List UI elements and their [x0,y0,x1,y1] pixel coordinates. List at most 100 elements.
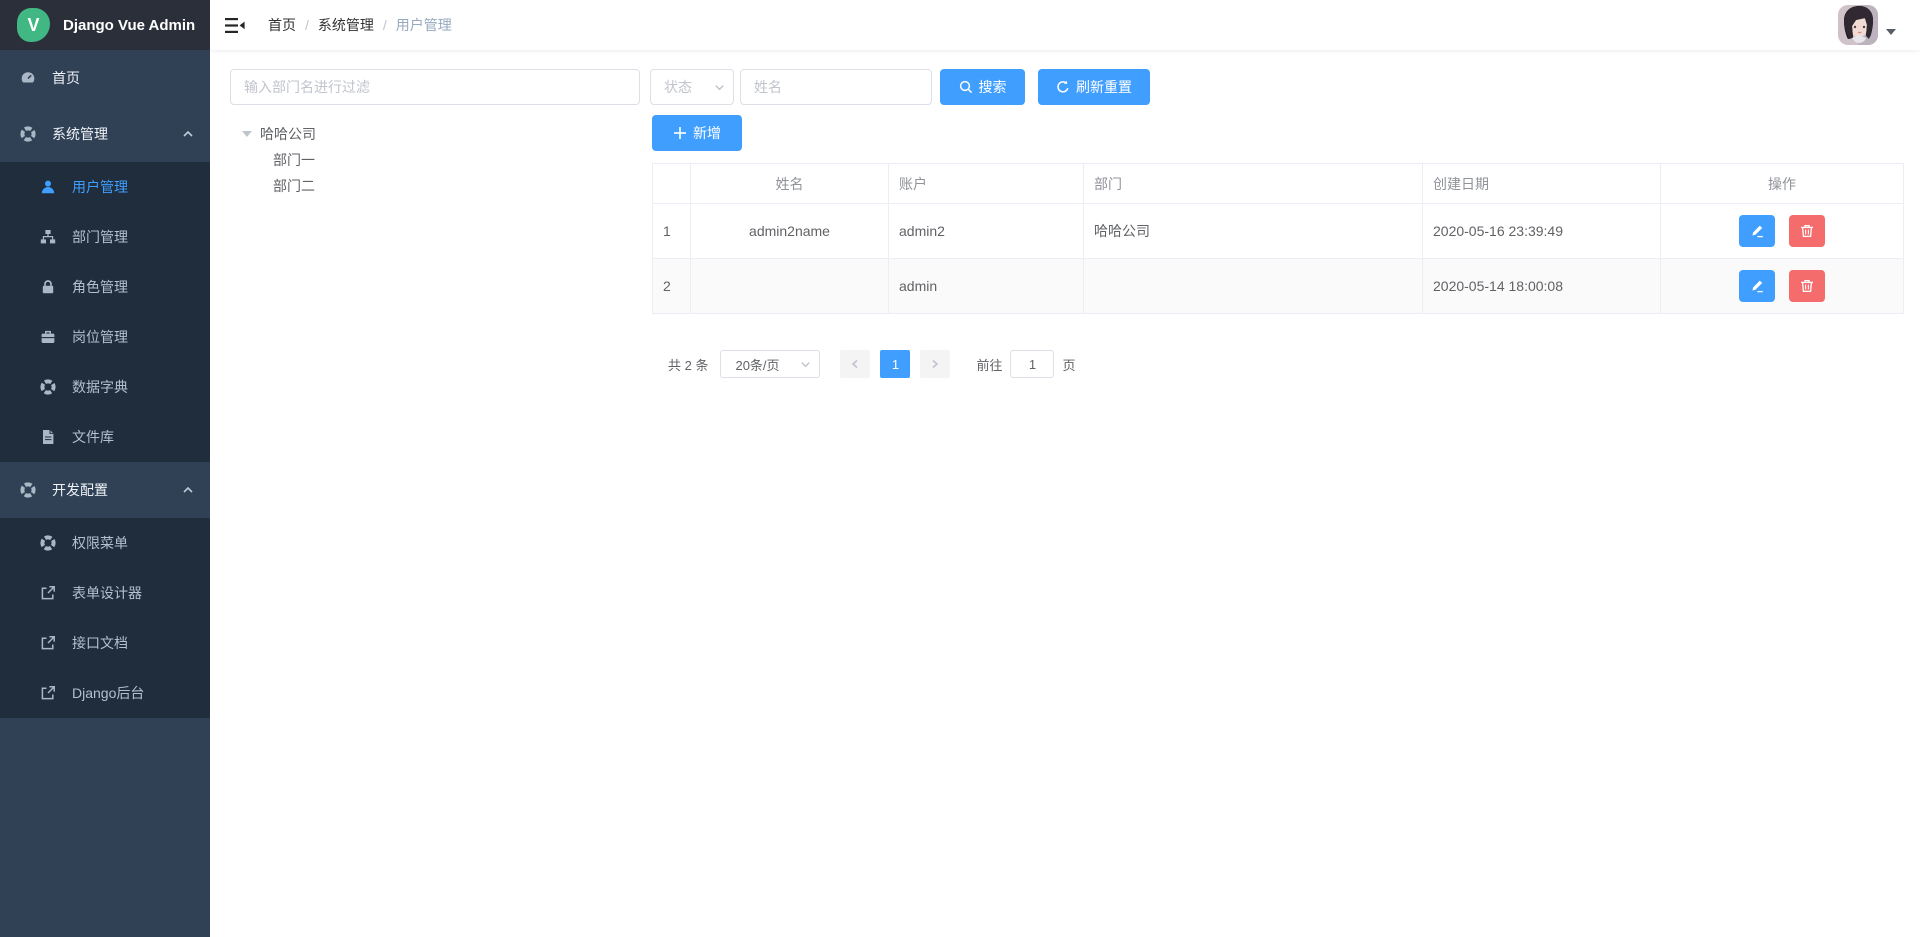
sidebar-menu: 首页 系统管理 用户管理 部门管理 [0,50,210,718]
tree-node-label: 部门二 [273,176,315,196]
filter-bar: 状态 搜索 刷新重置 [230,69,1900,105]
delete-button[interactable] [1789,270,1825,302]
delete-button[interactable] [1789,215,1825,247]
prev-page-button[interactable] [840,350,870,378]
cell-operations [1661,259,1904,314]
sidebar-item-label: 权限菜单 [72,533,128,553]
sidebar-item-dept-mgmt[interactable]: 部门管理 [0,212,210,262]
caret-down-icon[interactable] [1886,29,1896,35]
dept-filter-input[interactable] [231,70,639,104]
add-user-button[interactable]: 新增 [652,115,742,151]
sidebar-item-data-dict[interactable]: 数据字典 [0,362,210,412]
sidebar-item-label: 文件库 [72,427,114,447]
sidebar-item-label: 接口文档 [72,633,128,653]
refresh-reset-button[interactable]: 刷新重置 [1038,69,1150,105]
sidebar-item-post-mgmt[interactable]: 岗位管理 [0,312,210,362]
col-header-created: 创建日期 [1423,164,1661,204]
breadcrumb-system-mgmt[interactable]: 系统管理 [318,15,374,35]
body-row: 哈哈公司 部门一 部门二 新增 [230,115,1900,378]
department-tree: 哈哈公司 部门一 部门二 [230,115,640,378]
col-header-index [653,164,691,204]
cell-created: 2020-05-16 23:39:49 [1423,204,1661,259]
sidebar-item-file-library[interactable]: 文件库 [0,412,210,462]
edit-button[interactable] [1739,215,1775,247]
cell-account: admin2 [889,204,1084,259]
breadcrumb: 首页 / 系统管理 / 用户管理 [268,15,452,35]
cell-dept [1084,259,1423,314]
edit-icon [1750,279,1764,293]
sidebar-group-dev-config[interactable]: 开发配置 [0,462,210,518]
col-header-name: 姓名 [691,164,889,204]
page-size-select[interactable]: 20条/页 [720,350,820,378]
briefcase-icon [40,329,56,345]
edit-icon [1750,224,1764,238]
chevron-up-icon [182,484,194,496]
chevron-down-icon [714,82,725,93]
chevron-up-icon [182,128,194,140]
file-icon [40,429,56,445]
cell-name [691,259,889,314]
lock-icon [40,279,56,295]
cell-dept: 哈哈公司 [1084,204,1423,259]
sidebar-group-label: 开发配置 [52,480,108,500]
edit-button[interactable] [1739,270,1775,302]
search-icon [959,80,973,94]
page-size-value: 20条/页 [735,355,779,374]
tree-node-root[interactable]: 哈哈公司 [230,121,640,147]
col-header-account: 账户 [889,164,1084,204]
sidebar-item-django-admin[interactable]: Django后台 [0,668,210,718]
search-button[interactable]: 搜索 [940,69,1025,105]
next-page-button[interactable] [920,350,950,378]
breadcrumb-home[interactable]: 首页 [268,15,296,35]
sidebar-item-label: 角色管理 [72,277,128,297]
goto-page: 前往 页 [976,350,1075,378]
goto-page-input[interactable] [1010,350,1054,378]
sidebar-group-system[interactable]: 系统管理 [0,106,210,162]
vue-logo-icon: V [17,8,50,42]
sidebar-item-api-docs[interactable]: 接口文档 [0,618,210,668]
tree-node-label: 哈哈公司 [260,124,316,144]
table-row: 2 admin 2020-05-14 18:00:08 [653,259,1904,314]
goto-label: 前往 [976,355,1002,374]
user-table-area: 新增 姓名 账户 部门 创建日期 操作 [652,115,1900,378]
add-button-label: 新增 [693,123,721,143]
sidebar-item-user-mgmt[interactable]: 用户管理 [0,162,210,212]
app-logo[interactable]: V Django Vue Admin [0,0,210,50]
status-select[interactable]: 状态 [650,69,734,105]
sidebar: V Django Vue Admin 首页 系统管理 用户管理 [0,0,210,937]
topbar-right [1838,5,1896,45]
breadcrumb-separator: / [305,17,309,33]
sidebar-item-label: Django后台 [72,683,144,703]
dept-filter-field [230,69,640,105]
topbar: 首页 / 系统管理 / 用户管理 [210,0,1920,50]
user-avatar[interactable] [1838,5,1878,45]
status-select-value: 状态 [664,77,692,97]
name-filter-input[interactable] [741,70,931,104]
cell-account: admin [889,259,1084,314]
sidebar-item-form-designer[interactable]: 表单设计器 [0,568,210,618]
external-link-icon [40,585,56,601]
user-table: 姓名 账户 部门 创建日期 操作 1 admin2name admin2 哈哈公… [652,163,1904,314]
sidebar-item-label: 数据字典 [72,377,128,397]
sidebar-item-label: 表单设计器 [72,583,142,603]
sidebar-collapse-button[interactable] [210,0,260,50]
tree-node-child[interactable]: 部门二 [230,173,640,199]
cell-created: 2020-05-14 18:00:08 [1423,259,1661,314]
sidebar-item-permission-menu[interactable]: 权限菜单 [0,518,210,568]
chevron-down-icon [800,359,811,370]
trash-icon [1800,279,1814,293]
tree-node-child[interactable]: 部门一 [230,147,640,173]
page-number-button[interactable]: 1 [880,350,910,378]
table-header-row: 姓名 账户 部门 创建日期 操作 [653,164,1904,204]
page-unit-label: 页 [1062,355,1075,374]
plus-icon [673,126,687,140]
external-link-icon [40,685,56,701]
sidebar-item-role-mgmt[interactable]: 角色管理 [0,262,210,312]
caret-down-icon[interactable] [242,131,252,137]
main-content: 状态 搜索 刷新重置 哈哈公司 [210,50,1920,937]
col-header-dept: 部门 [1084,164,1423,204]
pagination-total: 共 2 条 [668,355,708,374]
dict-icon [40,379,56,395]
system-icon [20,126,36,142]
sidebar-item-home[interactable]: 首页 [0,50,210,106]
